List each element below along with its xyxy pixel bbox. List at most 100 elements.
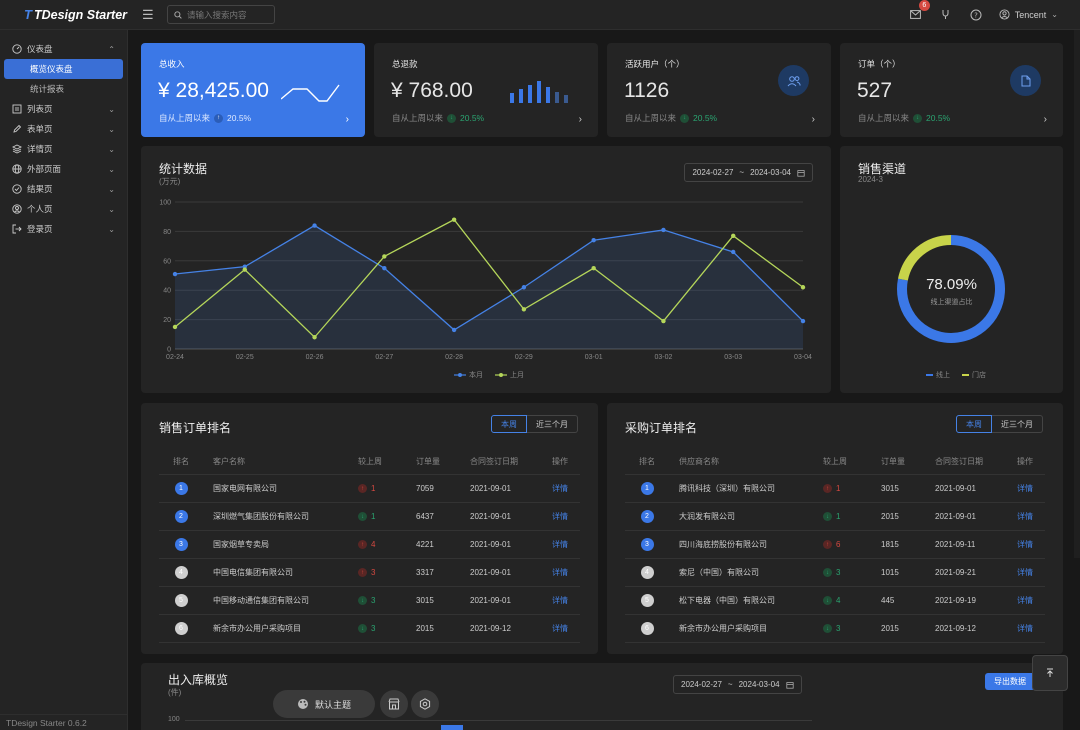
page-scrollbar[interactable] [1074,30,1080,558]
list-icon [12,104,22,114]
stat-foot: 自从上周以来 [625,113,677,123]
settings-icon [419,698,431,710]
rank-cell: 3 [159,538,203,551]
store-button[interactable] [380,690,408,718]
trend-up-icon: ↑ [823,540,832,549]
palette-icon [297,699,308,709]
sales-rank-title: 销售订单排名 [159,421,232,435]
order-count: 1015 [881,568,899,577]
tab-last-three-months[interactable]: 近三个月 [527,415,578,433]
rank-badge: 5 [174,594,188,607]
table-row: 4 中国电信集团有限公司 ↑ 3 3317 2021-09-01 详情 [159,559,580,587]
sidebar-item-dashboard[interactable]: 仪表盘 ⌃ [0,39,127,59]
logo-mark: T [24,7,32,22]
user-menu[interactable]: Tencent ⌄ [999,9,1058,20]
sidebar-item-personal[interactable]: 个人页 ⌄ [0,199,127,219]
detail-link[interactable]: 详情 [552,567,580,578]
tab-last-three-months[interactable]: 近三个月 [992,415,1043,433]
app-logo[interactable]: T TDesign Starter [0,7,128,22]
legend-item-online[interactable]: 线上 [926,370,950,380]
store-icon [388,698,400,710]
detail-link[interactable]: 详情 [1017,623,1045,634]
detail-link[interactable]: 详情 [1017,539,1045,550]
column-header: 客户名称 [213,457,245,466]
stat-card-refund[interactable]: 总退款 ¥ 768.00 自从上周以来 ↓ 20.5% › [374,43,598,137]
detail-link[interactable]: 详情 [1017,595,1045,606]
date-start: 2024-02-27 [681,680,722,689]
svg-text:?: ? [974,11,978,19]
rank-cell: 6 [625,622,669,635]
detail-link[interactable]: 详情 [552,483,580,494]
theme-switch-button[interactable]: 默认主题 [273,690,375,718]
contract-date: 2021-09-01 [935,512,976,521]
chevron-right-icon[interactable]: › [579,114,582,125]
back-to-top-button[interactable] [1032,655,1068,691]
settings-button[interactable] [411,690,439,718]
detail-link[interactable]: 详情 [1017,511,1045,522]
sidebar-item-list[interactable]: 列表页 ⌄ [0,99,127,119]
legend-item-last-month[interactable]: 上月 [495,370,524,380]
legend-item-store[interactable]: 门店 [962,370,986,380]
detail-link[interactable]: 详情 [1017,483,1045,494]
trend-up-icon: ↑ [823,484,832,493]
table-row: 2 深圳燃气集团股份有限公司 ↓ 1 6437 2021-09-01 详情 [159,503,580,531]
column-header: 供应商名称 [679,457,719,466]
detail-link[interactable]: 详情 [552,623,580,634]
sidebar: 仪表盘 ⌃ 概览仪表盘 统计报表 列表页 ⌄ 表单页 ⌄ 详情页 ⌄ 外部页面 … [0,30,128,730]
stat-card-revenue[interactable]: 总收入 ¥ 28,425.00 自从上周以来 ↑ 20.5% › [141,43,365,137]
column-header: 操作 [1017,457,1033,466]
stat-card-active-users[interactable]: 活跃用户（个） 1126 自从上周以来 ↓ 20.5% › [607,43,831,137]
sidebar-subitem-report[interactable]: 统计报表 [4,79,123,99]
column-header: 操作 [552,457,568,466]
detail-link[interactable]: 详情 [1017,567,1045,578]
sidebar-item-external[interactable]: 外部页面 ⌄ [0,159,127,179]
contract-date: 2021-09-01 [470,540,511,549]
help-icon[interactable]: ? [969,8,983,22]
github-icon[interactable] [939,8,953,22]
chevron-down-icon: ⌄ [108,164,115,174]
sidebar-item-login[interactable]: 登录页 ⌄ [0,219,127,239]
supplier-name: 索尼（中国）有限公司 [679,568,759,577]
customer-name: 中国移动通信集团有限公司 [213,596,309,605]
data-point [731,249,736,255]
x-tick-label: 02-24 [166,354,184,361]
sidebar-item-result[interactable]: 结果页 ⌄ [0,179,127,199]
rank-badge: 2 [640,510,654,523]
search-input[interactable]: 请输入搜索内容 [167,5,275,24]
notice-badge: 6 [918,0,930,11]
rank-badge: 5 [640,594,654,607]
detail-link[interactable]: 详情 [552,595,580,606]
donut-chart [897,235,1005,343]
date-range-picker[interactable]: 2024-02-27 ~ 2024-03-04 [673,675,802,694]
change-value: 4 [371,540,376,549]
export-data-button[interactable]: 导出数据 [985,673,1035,690]
menu-toggle-icon[interactable]: ☰ [142,7,154,23]
change-value: 3 [371,568,376,577]
sidebar-item-detail[interactable]: 详情页 ⌄ [0,139,127,159]
stat-card-orders[interactable]: 订单（个） 527 自从上周以来 ↓ 20.5% › [840,43,1063,137]
chevron-right-icon[interactable]: › [1044,114,1047,125]
order-count: 2015 [881,512,899,521]
order-count: 4221 [416,540,434,549]
version-label: TDesign Starter 0.6.2 [0,714,127,730]
sidebar-subitem-overview[interactable]: 概览仪表盘 [4,59,123,79]
chevron-right-icon[interactable]: › [812,114,815,125]
sidebar-item-form[interactable]: 表单页 ⌄ [0,119,127,139]
donut-center-label: 线上渠道占比 [930,299,973,306]
line-chart: 0 20 40 60 80 100 02-24 02-25 02-26 02-27 02-28 02-… [159,200,812,362]
sidebar-item-label: 结果页 [27,184,53,194]
legend-item-this-month[interactable]: 本月 [454,370,483,380]
week-change: ↓ 4 [823,596,881,605]
mail-icon[interactable]: 6 [909,0,930,22]
rank-badge: 1 [640,482,654,495]
detail-link[interactable]: 详情 [552,539,580,550]
rank-cell: 2 [625,510,669,523]
tab-this-week[interactable]: 本周 [491,415,527,433]
detail-link[interactable]: 详情 [552,511,580,522]
chevron-right-icon[interactable]: › [346,114,349,125]
data-point [242,267,247,272]
tab-this-week[interactable]: 本周 [956,415,992,433]
table-header-row: 排名 供应商名称 较上周 订单量 合同签订日期 操作 [625,449,1045,475]
order-count: 445 [881,596,895,605]
contract-date: 2021-09-01 [935,484,976,493]
